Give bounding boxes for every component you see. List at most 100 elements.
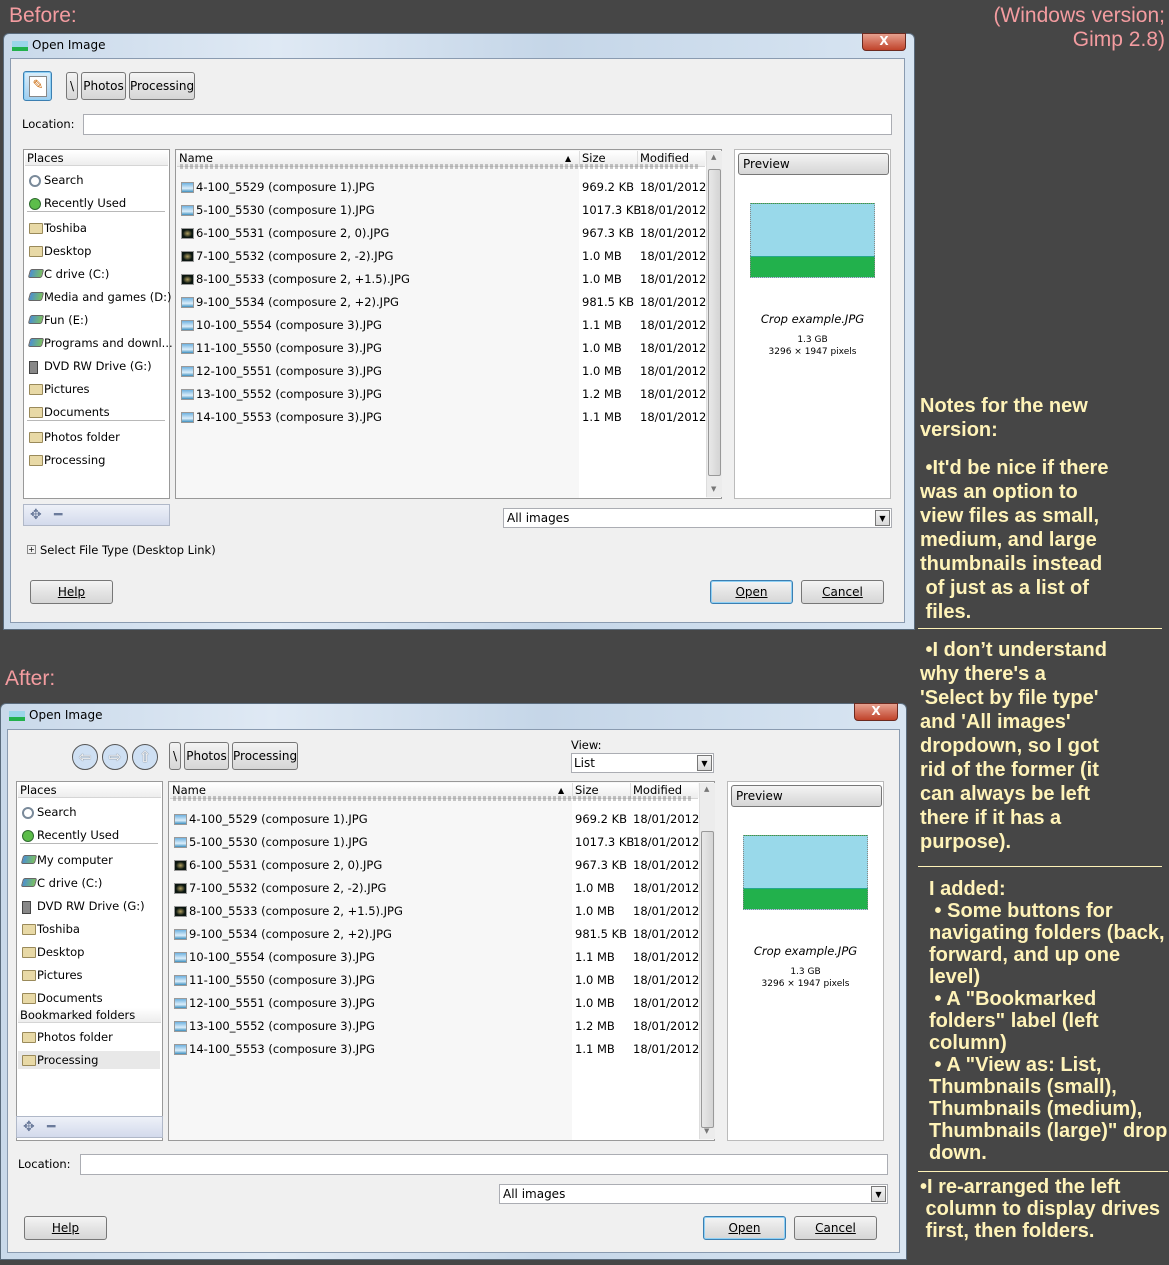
file-size: 1.0 MB: [575, 996, 615, 1010]
search-icon: [22, 807, 34, 819]
file-row[interactable]: 8-100_5533 (composure 2, +1.5).JPG 1.0 MB…: [177, 270, 706, 288]
scroll-down-arrow[interactable]: ▼: [704, 1127, 709, 1135]
place-desktop[interactable]: Desktop: [18, 943, 160, 961]
after-caption: After:: [5, 667, 56, 690]
preview-filename: Crop example.JPG: [760, 312, 865, 326]
place-desktop[interactable]: Desktop: [25, 242, 167, 260]
recently-used-icon: [29, 198, 41, 210]
image-file-icon: [181, 274, 194, 285]
place-recently-used[interactable]: Recently Used: [25, 194, 167, 212]
remove-bookmark-icon[interactable]: ━: [54, 507, 62, 523]
file-row[interactable]: 9-100_5534 (composure 2, +2).JPG 981.5 KB…: [177, 293, 706, 311]
file-row[interactable]: 9-100_5534 (composure 2, +2).JPG 981.5 KB…: [170, 925, 699, 943]
edit-location-button[interactable]: ✎: [23, 71, 52, 101]
image-file-icon: [181, 182, 194, 193]
file-row[interactable]: 12-100_5551 (composure 3).JPG 1.0 MB 18/01…: [177, 362, 706, 380]
close-button[interactable]: X: [862, 33, 906, 51]
file-row[interactable]: 10-100_5554 (composure 3).JPG 1.1 MB 18/01…: [170, 948, 699, 966]
path-button-photos[interactable]: Photos: [184, 742, 229, 770]
place-media-and-games-d[interactable]: Media and games (D:): [25, 288, 171, 306]
path-button-processing[interactable]: Processing: [232, 742, 298, 770]
location-input[interactable]: [83, 114, 892, 135]
scrollbar-thumb[interactable]: [708, 169, 721, 476]
place-pictures[interactable]: Pictures: [25, 380, 167, 398]
remove-bookmark-icon[interactable]: ━: [47, 1119, 55, 1135]
place-processing[interactable]: Processing: [25, 451, 167, 469]
file-row[interactable]: 7-100_5532 (composure 2, -2).JPG 1.0 MB 18…: [170, 879, 699, 897]
file-size: 1.1 MB: [582, 318, 622, 332]
place-search[interactable]: Search: [25, 171, 167, 189]
preview-filesize: 1.3 GB: [797, 335, 828, 345]
up-arrow-icon[interactable]: ⇧: [132, 744, 158, 770]
places-header[interactable]: Places: [18, 783, 161, 798]
place-toshiba[interactable]: Toshiba: [25, 219, 167, 237]
open-button[interactable]: Open: [703, 1216, 786, 1240]
place-photos-folder[interactable]: Photos folder: [25, 428, 167, 446]
file-row[interactable]: 13-100_5552 (composure 3).JPG 1.2 MB 18/01…: [177, 385, 706, 403]
file-list-scrollbar[interactable]: ▲ ▼: [699, 783, 715, 1139]
chevron-down-icon[interactable]: ▼: [875, 510, 890, 526]
file-filter-dropdown[interactable]: All images ▼: [503, 508, 892, 528]
path-button-photos[interactable]: Photos: [81, 72, 126, 100]
place-dvd-rw-drive-g[interactable]: DVD RW Drive (G:): [18, 897, 160, 915]
chevron-down-icon[interactable]: ▼: [871, 1186, 886, 1202]
place-c-drive-c[interactable]: C drive (C:): [25, 265, 167, 283]
cancel-button[interactable]: Cancel: [794, 1216, 877, 1240]
file-row[interactable]: 7-100_5532 (composure 2, -2).JPG 1.0 MB 18…: [177, 247, 706, 265]
path-button-processing[interactable]: Processing: [129, 72, 195, 100]
file-row[interactable]: 11-100_5550 (composure 3).JPG 1.0 MB 18/01…: [177, 339, 706, 357]
place-processing[interactable]: Processing: [18, 1051, 160, 1069]
places-header[interactable]: Places: [25, 151, 168, 166]
place-c-drive-c[interactable]: C drive (C:): [18, 874, 160, 892]
file-row[interactable]: 14-100_5553 (composure 3).JPG 1.1 MB 18/01…: [177, 408, 706, 426]
scroll-up-arrow[interactable]: ▲: [711, 153, 716, 161]
file-filter-dropdown[interactable]: All images ▼: [499, 1184, 888, 1204]
help-button[interactable]: Help: [30, 580, 113, 604]
file-row[interactable]: 13-100_5552 (composure 3).JPG 1.2 MB 18/01…: [170, 1017, 699, 1035]
cancel-button[interactable]: Cancel: [801, 580, 884, 604]
view-dropdown[interactable]: List ▼: [571, 753, 714, 773]
scroll-up-arrow[interactable]: ▲: [704, 785, 709, 793]
file-row[interactable]: 6-100_5531 (composure 2, 0).JPG 967.3 KB 1…: [170, 856, 699, 874]
place-documents[interactable]: Documents: [18, 989, 160, 1007]
location-input[interactable]: [80, 1154, 888, 1175]
add-bookmark-icon[interactable]: ✥: [30, 507, 42, 523]
place-search[interactable]: Search: [18, 803, 160, 821]
place-pictures[interactable]: Pictures: [18, 966, 160, 984]
open-button[interactable]: Open: [710, 580, 793, 604]
file-size: 1.2 MB: [582, 387, 622, 401]
file-row[interactable]: 12-100_5551 (composure 3).JPG 1.0 MB 18/01…: [170, 994, 699, 1012]
file-name: 9-100_5534 (composure 2, +2).JPG: [189, 927, 392, 941]
place-documents[interactable]: Documents: [25, 403, 167, 421]
back-arrow-icon[interactable]: ⇦: [72, 744, 98, 770]
add-bookmark-icon[interactable]: ✥: [23, 1119, 35, 1135]
scroll-down-arrow[interactable]: ▼: [711, 485, 716, 493]
help-button[interactable]: Help: [24, 1216, 107, 1240]
file-row[interactable]: 6-100_5531 (composure 2, 0).JPG 967.3 KB 1…: [177, 224, 706, 242]
path-root-button[interactable]: \: [169, 742, 181, 770]
place-recently-used[interactable]: Recently Used: [18, 826, 160, 844]
file-row[interactable]: 11-100_5550 (composure 3).JPG 1.0 MB 18/01…: [170, 971, 699, 989]
close-button[interactable]: X: [854, 703, 898, 721]
file-row[interactable]: 4-100_5529 (composure 1).JPG 969.2 KB 18/0…: [177, 178, 706, 196]
place-my-computer[interactable]: My computer: [18, 851, 160, 869]
file-row[interactable]: 8-100_5533 (composure 2, +1.5).JPG 1.0 MB…: [170, 902, 699, 920]
file-row[interactable]: 5-100_5530 (composure 1).JPG 1017.3 KB 18/…: [170, 833, 699, 851]
place-dvd-rw-drive-g[interactable]: DVD RW Drive (G:): [25, 357, 167, 375]
expander-plus-icon[interactable]: +: [27, 545, 36, 554]
file-row[interactable]: 14-100_5553 (composure 3).JPG 1.1 MB 18/01…: [170, 1040, 700, 1058]
place-toshiba[interactable]: Toshiba: [18, 920, 160, 938]
file-list-scrollbar[interactable]: ▲ ▼: [706, 151, 722, 497]
file-row[interactable]: 5-100_5530 (composure 1).JPG 1017.3 KB 18/…: [177, 201, 706, 219]
file-modified: 18/01/2012: [633, 1042, 700, 1056]
place-photos-folder[interactable]: Photos folder: [18, 1028, 160, 1046]
file-row[interactable]: 4-100_5529 (composure 1).JPG 969.2 KB 18/0…: [170, 810, 699, 828]
place-fun-e[interactable]: Fun (E:): [25, 311, 167, 329]
file-size: 969.2 KB: [582, 180, 635, 194]
scrollbar-thumb[interactable]: [701, 831, 714, 1128]
place-programs-and-downl[interactable]: Programs and downl...: [25, 334, 173, 352]
forward-arrow-icon[interactable]: ⇨: [102, 744, 128, 770]
path-root-button[interactable]: \: [66, 72, 78, 100]
chevron-down-icon[interactable]: ▼: [697, 755, 712, 771]
file-row[interactable]: 10-100_5554 (composure 3).JPG 1.1 MB 18/01…: [177, 316, 706, 334]
